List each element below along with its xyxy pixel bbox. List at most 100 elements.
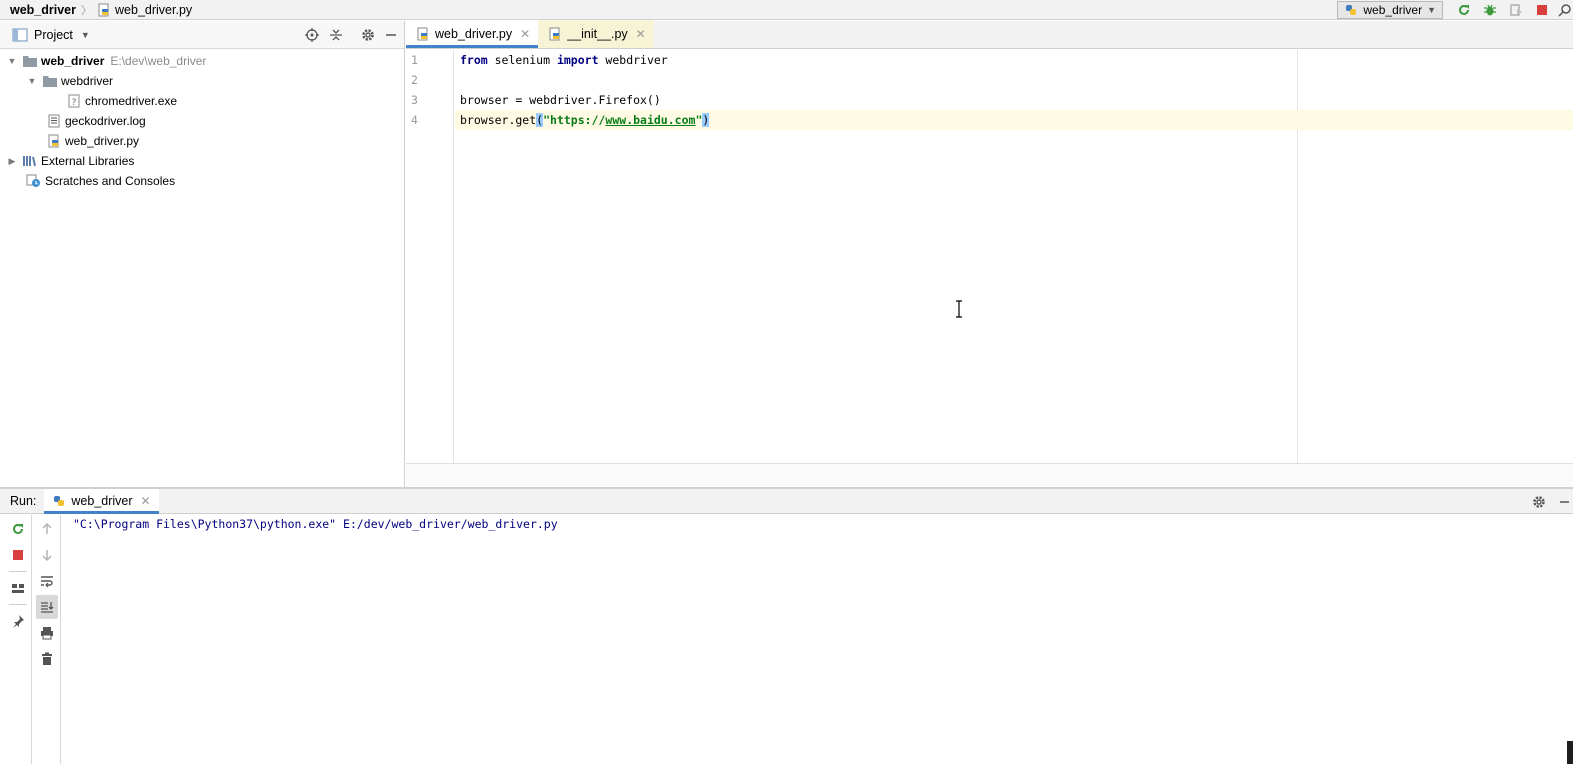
run-configuration-label: web_driver — [1363, 3, 1423, 17]
chevron-right-icon[interactable]: ▶ — [6, 151, 18, 171]
python-file-icon — [548, 27, 562, 41]
tree-item-label: geckodriver.log — [65, 114, 146, 128]
pin-icon — [13, 615, 24, 628]
hide-panel-icon[interactable] — [384, 27, 398, 43]
rerun-icon — [1459, 4, 1469, 15]
navbar-actions: web_driver ▼ — [1337, 0, 1573, 20]
trash-icon — [42, 652, 52, 665]
tree-item-web-driver[interactable]: ▼ web_driver E:\dev\web_driver — [0, 51, 404, 71]
tree-item-external-libraries[interactable]: ▶ External Libraries — [0, 151, 404, 171]
project-panel-actions — [304, 21, 398, 49]
print-icon — [41, 627, 53, 640]
tree-item-label: webdriver — [61, 74, 114, 88]
window-edge — [1567, 741, 1573, 764]
debug-button[interactable] — [1479, 0, 1501, 20]
locate-icon[interactable] — [304, 27, 320, 43]
line-number: 2 — [411, 73, 418, 87]
code-line-3[interactable]: browser = webdriver.Firefox() — [455, 90, 1573, 110]
tree-item-scratches[interactable]: Scratches and Consoles — [0, 171, 404, 191]
collapse-all-icon[interactable] — [328, 27, 344, 43]
python-file-icon — [97, 3, 111, 17]
console-output[interactable]: "C:\Program Files\Python37\python.exe" E… — [73, 517, 558, 531]
code-editor[interactable]: from selenium import webdriver browser =… — [455, 50, 1573, 463]
run-tab-label: web_driver — [71, 494, 133, 508]
project-tree: ▼ web_driver E:\dev\web_driver ▼ webdriv… — [0, 49, 404, 191]
url-link[interactable]: www.baidu.com — [605, 113, 695, 127]
tree-item-chromedriver[interactable]: ? chromedriver.exe — [0, 91, 404, 111]
run-panel-actions — [1531, 489, 1573, 514]
run-panel: Run: web_driver ✕ "C:\Program Files\Pyth… — [0, 488, 1573, 764]
hide-panel-icon[interactable] — [1559, 494, 1569, 510]
breadcrumb-separator: 〉 — [81, 4, 93, 17]
clear-all-button[interactable] — [33, 647, 61, 671]
keyword-token: import — [556, 53, 599, 67]
tree-item-web-driver-py[interactable]: web_driver.py — [0, 131, 404, 151]
run-configuration-select[interactable]: web_driver ▼ — [1337, 1, 1443, 19]
python-file-icon — [46, 133, 62, 149]
code-line-1[interactable]: from selenium import webdriver — [455, 50, 1573, 70]
run-panel-label: Run: — [10, 494, 37, 508]
code-token: webdriver — [598, 53, 668, 67]
line-number: 1 — [411, 53, 418, 67]
breadcrumb-file[interactable]: web_driver.py — [97, 3, 192, 17]
scroll-down-button[interactable] — [33, 543, 61, 567]
folder-icon — [22, 53, 38, 69]
gear-icon[interactable] — [1531, 494, 1547, 510]
stop-button[interactable] — [4, 543, 32, 567]
scroll-to-end-button[interactable] — [36, 595, 58, 619]
rerun-button[interactable] — [1453, 0, 1475, 20]
paren-token: ) — [702, 113, 710, 127]
code-line-2[interactable] — [455, 70, 1573, 90]
scroll-to-end-icon — [41, 602, 54, 613]
tree-item-label: web_driver.py — [65, 134, 140, 148]
run-toolbar-secondary — [33, 515, 61, 764]
tree-item-label: chromedriver.exe — [85, 94, 178, 108]
tab-web-driver-py[interactable]: web_driver.py ✕ — [406, 20, 539, 48]
log-file-icon — [46, 113, 62, 129]
close-icon[interactable]: ✕ — [520, 27, 530, 41]
soft-wrap-icon — [41, 576, 53, 588]
tab-init-py[interactable]: __init__.py ✕ — [538, 20, 654, 48]
tree-item-webdriver[interactable]: ▼ webdriver — [0, 71, 404, 91]
project-view-selector[interactable]: Project ▼ — [0, 28, 90, 42]
rerun-button[interactable] — [4, 517, 32, 541]
tree-item-geckodriver-log[interactable]: geckodriver.log — [0, 111, 404, 131]
string-token: "https:// — [543, 113, 606, 127]
coverage-icon — [1510, 4, 1522, 16]
folder-icon — [42, 73, 58, 89]
chevron-down-icon: ▼ — [80, 29, 90, 40]
search-icon — [1558, 4, 1571, 17]
unknown-file-icon: ? — [66, 93, 82, 109]
close-icon[interactable]: ✕ — [141, 494, 151, 508]
pin-tab-button[interactable] — [4, 609, 32, 633]
search-button[interactable] — [1557, 0, 1573, 20]
run-tab-web-driver[interactable]: web_driver ✕ — [44, 488, 159, 514]
toolbar-separator — [8, 571, 27, 572]
close-icon[interactable]: ✕ — [636, 27, 646, 41]
soft-wrap-button[interactable] — [33, 569, 61, 593]
python-icon — [1344, 3, 1358, 17]
breadcrumb: web_driver 〉 web_driver.py — [0, 0, 192, 20]
tab-label: __init__.py — [567, 27, 628, 41]
restore-layout-button[interactable] — [4, 576, 32, 600]
breadcrumb-project[interactable]: web_driver — [0, 3, 76, 17]
layout-icon — [12, 584, 24, 593]
stop-icon — [13, 550, 23, 560]
python-icon — [52, 494, 66, 508]
run-with-coverage-button[interactable] — [1505, 0, 1527, 20]
code-token: browser.get — [460, 113, 537, 127]
chevron-down-icon[interactable]: ▼ — [6, 51, 18, 71]
tree-item-label: Scratches and Consoles — [45, 174, 176, 188]
line-number: 4 — [411, 113, 418, 127]
rerun-icon — [13, 523, 23, 534]
chevron-down-icon[interactable]: ▼ — [26, 71, 38, 91]
stop-button[interactable] — [1531, 0, 1553, 20]
keyword-token: from — [460, 53, 488, 67]
project-window-icon — [12, 28, 28, 42]
scroll-up-button[interactable] — [33, 517, 61, 541]
gear-icon[interactable] — [360, 27, 376, 43]
project-panel: Project ▼ ▼ web_driver E:\dev\web_driver… — [0, 21, 405, 487]
editor-tabs: web_driver.py ✕ __init__.py ✕ — [406, 20, 1573, 49]
print-button[interactable] — [33, 621, 61, 645]
code-line-4[interactable]: browser.get("https://www.baidu.com") — [455, 110, 1573, 130]
